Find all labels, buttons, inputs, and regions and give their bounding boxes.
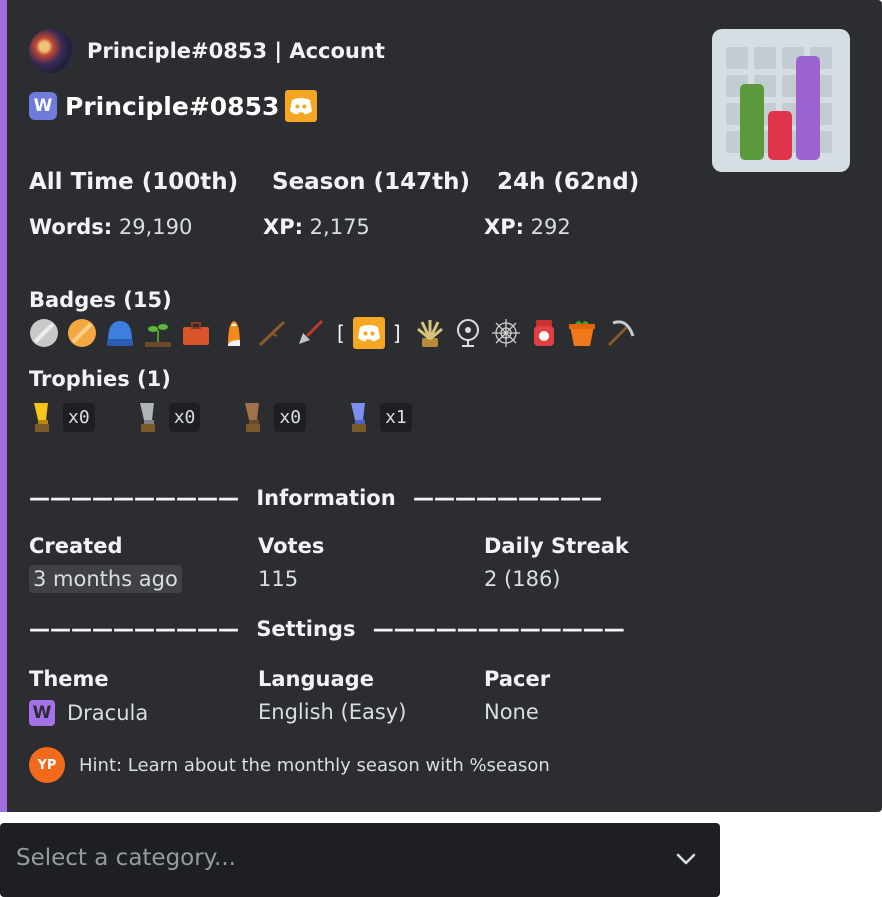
settings-divider: —————————— Settings ———————————— (29, 617, 625, 641)
gold-coin-icon (67, 318, 97, 348)
divider-left: —————————— (29, 617, 239, 641)
discord-icon (285, 90, 318, 122)
author-avatar (29, 29, 73, 73)
stat-24h: 24h (62nd) XP: 292 (484, 169, 640, 239)
w-icon: W (29, 700, 55, 726)
trophy-count: x0 (63, 402, 95, 432)
trophy-count: x0 (274, 402, 307, 432)
profile-embed: Principle#0853 | Account W Principle#085… (0, 0, 882, 812)
trophies-title: Trophies (1) (29, 367, 171, 391)
field-value: None (484, 700, 539, 724)
timestamp[interactable]: 3 months ago (29, 565, 182, 593)
stat-heading: 24h (62nd) (497, 169, 640, 195)
chevron-down-icon (674, 847, 698, 875)
embed-accent-bar (0, 0, 7, 812)
shovel-icon (295, 318, 325, 348)
field-label: Pacer (484, 667, 551, 691)
field-value: 2 (186) (484, 567, 561, 591)
stat-heading: Season (147th) (272, 169, 470, 195)
footer-icon: YP (29, 747, 65, 783)
footer-text: Hint: Learn about the monthly season wit… (79, 754, 550, 776)
gold-trophy-icon (29, 402, 55, 432)
stick-icon (257, 318, 287, 348)
section-title: Information (256, 486, 396, 510)
stat-line: Words: 29,190 (29, 215, 238, 239)
seedling-icon (143, 318, 173, 348)
divider-right: ———————————— (372, 617, 625, 641)
beanie-icon (105, 318, 135, 348)
stat-label: XP: (484, 215, 524, 239)
stat-value: 292 (530, 215, 571, 239)
info-votes: Votes 115 (258, 534, 324, 591)
badge-bracket-open: [ (337, 321, 345, 345)
stat-value: 29,190 (118, 215, 193, 239)
field-label: Daily Streak (484, 534, 629, 558)
badges-title: Badges (15) (29, 288, 172, 312)
briefcase-icon (181, 318, 211, 348)
plant-icon (415, 318, 445, 348)
stat-line: XP: 292 (484, 215, 639, 239)
select-placeholder: Select a category... (16, 845, 236, 871)
stat-season: Season (147th) XP: 2,175 (263, 169, 470, 239)
blue-trophy-icon (346, 402, 372, 432)
spiderweb-icon (491, 318, 521, 348)
field-label: Theme (29, 667, 109, 691)
stat-all-time: All Time (100th) Words: 29,190 (29, 169, 238, 239)
divider-left: —————————— (29, 486, 239, 510)
information-divider: —————————— Information ————————— (29, 486, 602, 510)
setting-theme: Theme W Dracula (29, 667, 148, 726)
author-name: Principle#0853 | Account (87, 39, 385, 63)
embed-author: Principle#0853 | Account (29, 29, 385, 73)
candy-corn-icon (219, 318, 249, 348)
field-label: Language (258, 667, 374, 691)
info-created: Created 3 months ago (29, 534, 182, 593)
embed-title: W Principle#0853 (29, 90, 318, 122)
bronze-trophy-icon (240, 402, 266, 432)
w-icon: W (29, 92, 57, 120)
discord-icon (352, 317, 385, 349)
setting-language: Language English (Easy) (258, 667, 406, 724)
trophy-count: x0 (168, 402, 201, 432)
title-text: Principle#0853 (65, 91, 280, 121)
section-title: Settings (256, 617, 356, 641)
jar-icon (529, 318, 559, 348)
silver-coin-icon (29, 318, 59, 348)
field-value: Dracula (67, 701, 149, 725)
pot-icon (567, 318, 597, 348)
badges-row: [ ] (29, 316, 643, 350)
stat-label: XP: (263, 215, 303, 239)
stat-label: Words: (29, 215, 113, 239)
badge-bracket-close: ] (392, 321, 401, 345)
trophies-row: x0 x0 x0 x1 (29, 400, 452, 434)
category-select[interactable]: Select a category... (0, 823, 720, 897)
setting-pacer: Pacer None (484, 667, 550, 724)
stat-line: XP: 2,175 (263, 215, 470, 239)
bar-chart-icon (712, 29, 850, 172)
pickaxe-icon (605, 318, 635, 348)
field-value: 115 (258, 567, 299, 591)
trophy-count: x1 (380, 402, 412, 432)
field-label: Votes (258, 534, 325, 558)
field-label: Created (29, 534, 123, 558)
divider-right: ————————— (412, 486, 602, 510)
info-daily-streak: Daily Streak 2 (186) (484, 534, 629, 591)
embed-footer: YP Hint: Learn about the monthly season … (29, 747, 550, 783)
silver-trophy-icon (135, 402, 161, 432)
fan-icon (453, 318, 483, 348)
field-value: English (Easy) (258, 700, 407, 724)
stat-value: 2,175 (309, 215, 370, 239)
stat-heading: All Time (100th) (29, 169, 239, 195)
